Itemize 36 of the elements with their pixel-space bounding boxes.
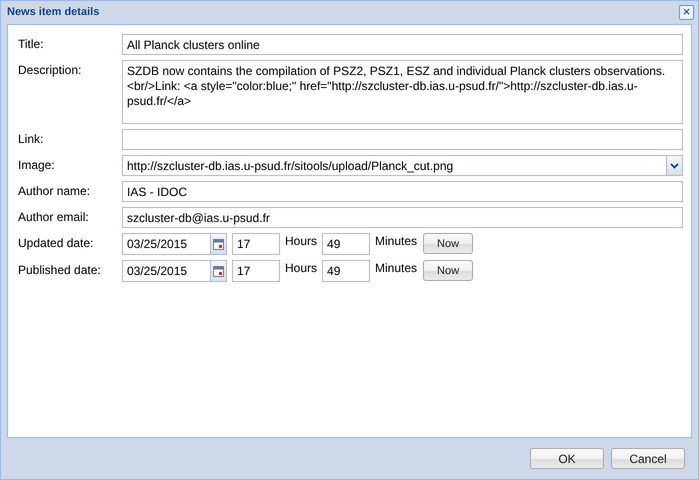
field-label: Link: bbox=[18, 131, 44, 146]
text-field[interactable]: All Planck clusters online bbox=[122, 34, 683, 55]
date-field[interactable]: 03/25/2015 bbox=[122, 260, 210, 282]
field-label: Title: bbox=[18, 36, 45, 51]
text-field[interactable]: szcluster-db@ias.u-psud.fr bbox=[122, 207, 683, 228]
ok-button[interactable]: OK bbox=[530, 448, 604, 469]
hours-label: Hours bbox=[285, 260, 318, 275]
hours-field[interactable]: 17 bbox=[232, 233, 280, 255]
hours-label: Hours bbox=[285, 233, 318, 248]
field-label: Description: bbox=[18, 62, 82, 77]
cancel-button[interactable]: Cancel bbox=[611, 448, 685, 469]
calendar-button[interactable] bbox=[210, 260, 227, 282]
now-button[interactable]: Now bbox=[423, 233, 474, 254]
now-button[interactable]: Now bbox=[423, 260, 474, 281]
minutes-field[interactable]: 49 bbox=[322, 260, 370, 282]
calendar-icon[interactable] bbox=[213, 238, 224, 250]
image-field[interactable]: http://szcluster-db.ias.u-psud.fr/sitools/upload/Planck_cut.png bbox=[122, 155, 666, 176]
minutes-label: Minutes bbox=[375, 233, 418, 248]
field-label: Updated date: bbox=[18, 235, 94, 250]
text-field[interactable] bbox=[122, 129, 683, 150]
close-button[interactable]: × bbox=[679, 4, 694, 20]
field-label: Author name: bbox=[18, 183, 92, 198]
field-label: Image: bbox=[18, 157, 56, 172]
hours-field[interactable]: 17 bbox=[232, 260, 280, 282]
description-field[interactable]: SZDB now contains the compilation of PSZ2, PSZ1, ESZ and individual Planck clusters observations.<br/>Link: <a style="color:blue;" href="http://szcluster-db.ias.u-psud.fr/">http://szcluster-db.ias.u-psud.fr/</a> bbox=[122, 60, 683, 124]
field-label: Published date: bbox=[18, 262, 102, 277]
dropdown-button[interactable] bbox=[666, 155, 683, 176]
text-field[interactable]: IAS - IDOC bbox=[122, 181, 683, 202]
calendar-icon[interactable] bbox=[213, 266, 224, 276]
window-title: News item details bbox=[7, 6, 100, 18]
minutes-label: Minutes bbox=[375, 260, 418, 275]
calendar-button[interactable] bbox=[210, 233, 227, 255]
minutes-field[interactable]: 49 bbox=[322, 233, 370, 255]
field-label: Author email: bbox=[18, 209, 90, 224]
date-field[interactable]: 03/25/2015 bbox=[122, 233, 210, 255]
chevron-down-icon[interactable] bbox=[670, 162, 679, 168]
